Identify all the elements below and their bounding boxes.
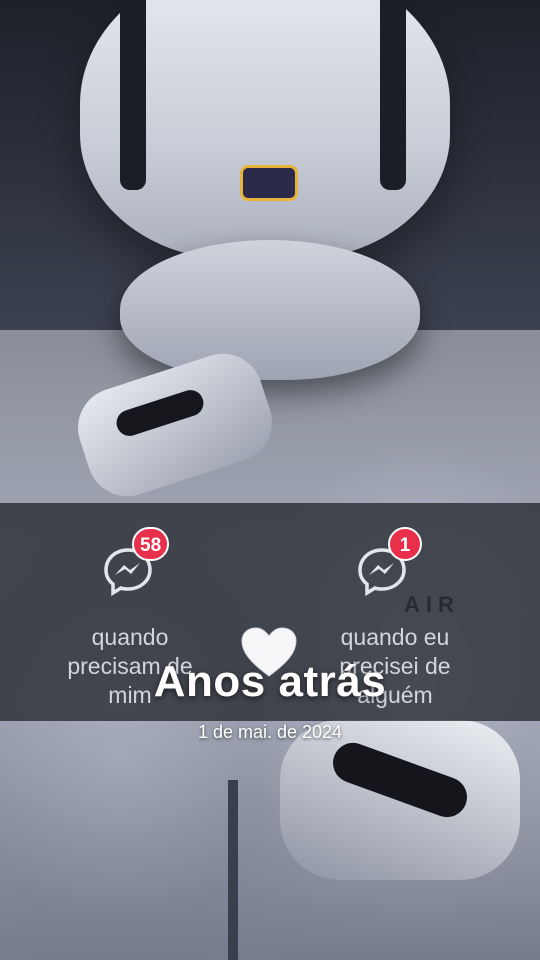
notification-badge: 1 <box>388 527 422 561</box>
jacket-logo-text: AIR <box>404 592 460 617</box>
cap-brim <box>120 240 420 380</box>
caption-line: quando <box>91 624 169 650</box>
cap-logo-badge <box>240 165 298 201</box>
notification-badge: 58 <box>132 527 170 561</box>
memory-date: 1 de mai. de 2024 <box>197 722 343 742</box>
cap-stripe <box>380 0 406 190</box>
jacket-zipper <box>228 780 238 960</box>
cap-stripe <box>120 0 146 190</box>
caption-line: quando eu <box>340 624 450 650</box>
memory-title: Anos atrás <box>153 657 387 706</box>
cap-shape <box>80 0 450 260</box>
